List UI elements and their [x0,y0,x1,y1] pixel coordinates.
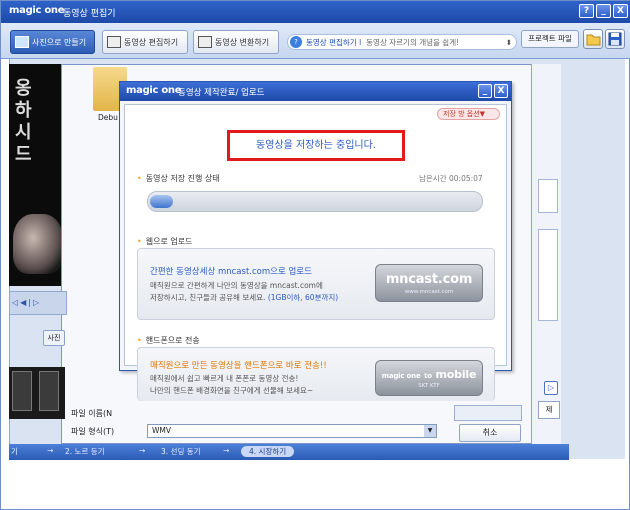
minimize-button[interactable]: _ [596,4,611,18]
mncast-logo: mncast.com [385,272,473,287]
tab-edit[interactable]: 동영상 편집하기 [102,30,188,54]
convert-icon [198,36,212,48]
web-upload-section-title: • 웹으로 업로드 [137,237,193,246]
tip-scroll-icon[interactable]: ⬍ [506,38,512,47]
tab-convert-label: 동영상 변환하기 [215,37,270,47]
step-item[interactable]: 2. 노르 등기 [65,446,105,457]
tip-link[interactable]: 동영상 편집하기 l [306,37,361,48]
seek-controls-icon[interactable]: ◁◀|▷ [12,298,41,307]
photo-icon [15,36,29,48]
dialog-logo: magic one [126,85,182,96]
help-button[interactable]: ? [579,4,594,18]
mobile-logo: magic one to mobile [381,368,477,381]
floppy-icon [608,32,622,46]
side-button[interactable]: 제 [538,401,560,419]
mobile-send-button[interactable]: magic one to mobile SKT KTF [375,360,483,396]
phone-send-desc-2: 나만의 핸드폰 배경화면을 친구에게 선물해 보세요~ [150,386,314,395]
cancel-button[interactable]: 취소 [459,424,521,442]
folder-icon [586,34,601,46]
save-option-dropdown[interactable]: 저장 방 옵션▼ [437,108,500,120]
status-message: 동영상을 저장하는 중입니다. [227,130,405,161]
app-logo: magic one [9,5,65,16]
bottom-area [9,461,625,501]
mncast-url: www.mncast.com [404,289,454,295]
step-bar: 기 → 2. 노르 등기 → 3. 선딩 동기 → 4. 시장하기 [9,444,569,460]
film-frame[interactable] [39,371,59,411]
progress-section-title: • 동영상 저장 진행 상태 [137,174,220,183]
dialog-minimize-button[interactable]: _ [478,84,492,98]
film-strip[interactable] [9,367,65,419]
mobile-carriers: SKT KTF [418,383,440,389]
dialog-title-bar: magic one 동영상 제작완료/ 업로드 _ X [120,82,511,101]
phone-send-heading: 매직원으로 만든 동영상을 핸드폰으로 바로 전송!! [150,361,327,371]
upload-dialog: magic one 동영상 제작완료/ 업로드 _ X 저장 방 옵션▼ 동영상… [119,81,512,401]
tab-convert[interactable]: 동영상 변환하기 [193,30,279,54]
dialog-title: 동영상 제작완료/ 업로드 [178,88,265,98]
tab-photo-label: 사진으로 만들기 [32,37,87,47]
remaining-time: 남은시간 00:05:07 [419,174,483,183]
app-title: 동영상 편집기 [63,9,116,19]
step-arrow-icon: → [139,446,146,455]
right-panel-box [538,229,558,321]
app-window: magic one 동영상 편집기 ? _ X 사진으로 만들기 동영상 편집하… [0,0,630,510]
tip-text: 동영상 자르기의 개념을 쉽게! [366,37,460,47]
film-icon [107,36,121,48]
web-upload-box: 간편한 동영상세상 mncast.com으로 업로드 매직원으로 간편하게 나만… [137,248,495,320]
folder-label: Debu [98,113,118,122]
tab-photo[interactable]: 사진으로 만들기 [10,30,95,54]
phone-section-title: • 핸드폰으로 전송 [137,336,200,345]
file-name-field[interactable] [454,405,522,421]
close-button[interactable]: X [613,4,628,18]
step-item[interactable]: 기 [11,446,18,457]
photo-button[interactable]: 사진 [43,330,65,346]
save-progress-bar [147,191,483,212]
step-arrow-icon: → [47,446,54,455]
phone-send-box: 매직원으로 만든 동영상을 핸드폰으로 바로 전송!! 매직원에서 쉽고 빠르게… [137,347,495,401]
tab-edit-label: 동영상 편집하기 [124,37,179,47]
chevron-down-icon[interactable]: ▼ [424,425,436,437]
film-frame[interactable] [12,371,32,411]
preview-frame-image [13,214,63,274]
right-panel-box [538,179,558,213]
mncast-upload-button[interactable]: mncast.com www.mncast.com [375,264,483,302]
title-bar: magic one 동영상 편집기 ? _ X [1,1,630,23]
file-format-select[interactable]: WMV ▼ [147,424,437,438]
play-icon[interactable]: ▷ [544,381,558,395]
phone-send-desc-1: 매직원에서 쉽고 빠르게 내 폰폰로 동영상 전송! [150,374,299,383]
web-upload-desc-2: 저장하시고, 친구들과 공유해 보세요. (1GB이하, 60분까지) [150,293,339,302]
dialog-close-button[interactable]: X [494,84,508,98]
video-preview: 옹 하 시 드 [9,64,67,286]
save-button[interactable] [605,29,625,49]
file-name-label: 파일 이름(N [71,409,113,418]
seek-bar[interactable]: ◁◀|▷ [9,291,67,315]
tip-bar[interactable]: ? 동영상 편집하기 l 동영상 자르기의 개념을 쉽게! ⬍ [287,34,517,50]
step-item[interactable]: 3. 선딩 동기 [161,446,201,457]
project-file-menu[interactable]: 프로젝트 파일 [521,30,579,48]
web-upload-heading: 간편한 동영상세상 mncast.com으로 업로드 [150,267,312,277]
save-progress-fill [150,195,173,208]
file-format-value: WMV [152,426,172,435]
preview-overlay-text: 옹 하 시 드 [15,78,32,165]
help-badge-icon: ? [290,36,302,48]
file-format-label: 파일 형식(T) [71,427,115,436]
step-arrow-icon: → [223,446,230,455]
step-item-active[interactable]: 4. 시장하기 [241,446,295,457]
web-upload-desc-1: 매직원으로 간편하게 나만의 동영상을 mncast.com에 [150,281,323,290]
open-folder-button[interactable] [583,29,603,49]
